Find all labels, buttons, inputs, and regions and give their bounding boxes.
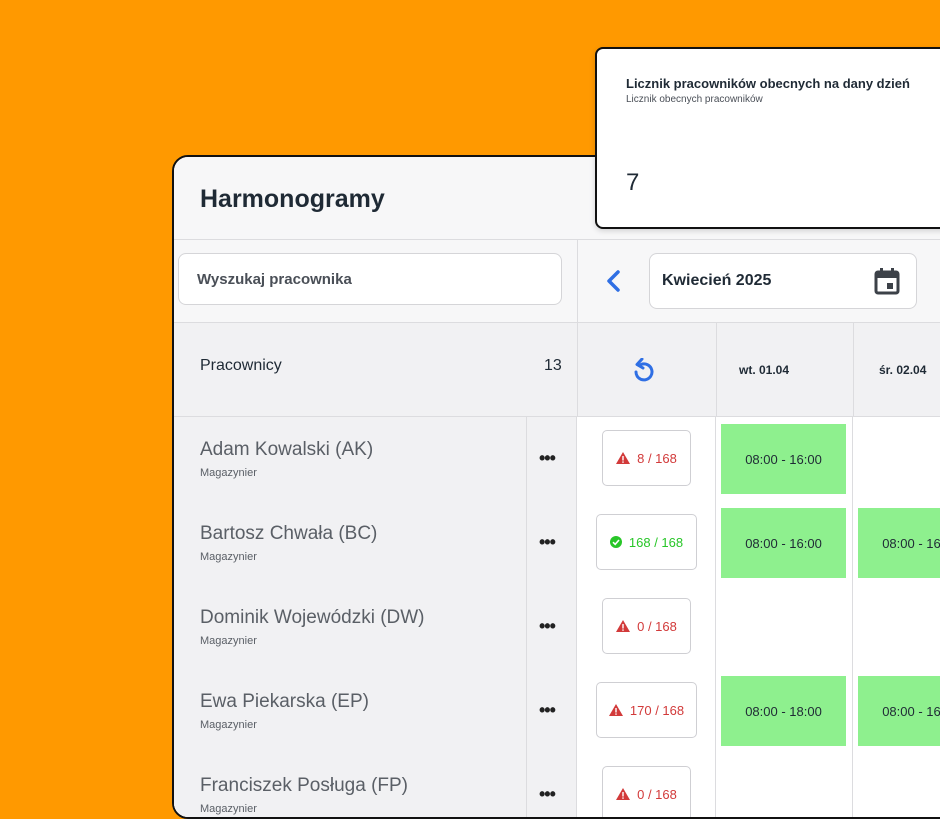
shift-block[interactable]: 08:00 - 16:00 (721, 424, 846, 494)
more-cell: ••• (527, 669, 577, 753)
hours-summary-button[interactable]: 0 / 168 (602, 766, 691, 817)
day-cell[interactable] (853, 417, 940, 501)
divider (853, 323, 854, 416)
day-cell[interactable]: 08:00 - 16:00 (853, 669, 940, 753)
warning-icon (616, 620, 631, 632)
hours-value: 170 / 168 (629, 702, 685, 718)
divider (577, 323, 578, 416)
employee-cell[interactable]: Adam Kowalski (AK) Magazynier (174, 417, 527, 501)
month-picker[interactable]: Kwiecień 2025 (649, 253, 917, 309)
table-row: Adam Kowalski (AK) Magazynier ••• 8 / 16… (174, 417, 940, 502)
employee-name: Franciszek Posługa (FP) (200, 775, 409, 796)
table-row: Bartosz Chwała (BC) Magazynier ••• 168 /… (174, 501, 940, 586)
employee-role: Magazynier (200, 719, 257, 731)
chevron-left-icon[interactable] (600, 265, 628, 297)
employees-count: 13 (544, 357, 562, 374)
month-label: Kwiecień 2025 (662, 272, 772, 289)
employee-name: Adam Kowalski (AK) (200, 439, 374, 460)
check-circle-icon (609, 536, 622, 548)
employee-name: Bartosz Chwała (BC) (200, 523, 378, 544)
reset-icon[interactable] (631, 358, 655, 384)
search-bar (174, 240, 578, 323)
hours-summary-button[interactable]: 170 / 168 (596, 682, 697, 738)
day-cell[interactable] (716, 753, 853, 817)
employee-search-input[interactable] (178, 253, 562, 305)
hours-summary-button[interactable]: 168 / 168 (596, 514, 697, 570)
hours-summary-button[interactable]: 8 / 168 (602, 430, 691, 486)
shift-block[interactable]: 08:00 - 16:00 (858, 508, 940, 578)
divider (716, 323, 717, 416)
day-cell[interactable] (853, 585, 940, 669)
employee-name: Dominik Wojewódzki (DW) (200, 607, 425, 628)
more-cell: ••• (527, 417, 577, 501)
employee-cell[interactable]: Dominik Wojewódzki (DW) Magazynier (174, 585, 527, 669)
employee-role: Magazynier (200, 467, 257, 479)
counter-value: 7 (626, 169, 640, 196)
employee-name: Ewa Piekarska (EP) (200, 691, 369, 712)
more-options-icon[interactable]: ••• (539, 532, 556, 553)
counter-subtitle: Licznik obecnych pracowników (626, 94, 763, 105)
present-employees-counter-card: Licznik pracowników obecnych na dany dzi… (595, 47, 940, 229)
hours-cell: 168 / 168 (578, 501, 716, 585)
more-options-icon[interactable]: ••• (539, 784, 556, 805)
day-cell[interactable]: 08:00 - 16:00 (853, 501, 940, 585)
page-title: Harmonogramy (200, 185, 385, 213)
more-cell: ••• (527, 753, 577, 817)
hours-value: 0 / 168 (637, 786, 677, 802)
more-options-icon[interactable]: ••• (539, 616, 556, 637)
more-options-icon[interactable]: ••• (539, 448, 556, 469)
more-cell: ••• (527, 585, 577, 669)
more-cell: ••• (527, 501, 577, 585)
hours-cell: 0 / 168 (578, 753, 716, 817)
table-header: Pracownicy 13 wt. 01.04 śr. 02.04 (174, 323, 940, 417)
hours-value: 168 / 168 (628, 534, 684, 550)
shift-block[interactable]: 08:00 - 18:00 (721, 676, 846, 746)
table-row: Dominik Wojewódzki (DW) Magazynier ••• 0… (174, 585, 940, 670)
calendar-icon[interactable] (874, 267, 900, 295)
employees-header-label: Pracownicy (200, 357, 282, 374)
employee-cell[interactable]: Bartosz Chwała (BC) Magazynier (174, 501, 527, 585)
shift-block[interactable]: 08:00 - 16:00 (721, 508, 846, 578)
day-cell[interactable]: 08:00 - 18:00 (716, 669, 853, 753)
employee-role: Magazynier (200, 551, 257, 563)
employee-cell[interactable]: Ewa Piekarska (EP) Magazynier (174, 669, 527, 753)
hours-summary-button[interactable]: 0 / 168 (602, 598, 691, 654)
warning-icon (616, 452, 631, 464)
day-cell[interactable]: 08:00 - 16:00 (716, 417, 853, 501)
hours-cell: 170 / 168 (578, 669, 716, 753)
day-header: śr. 02.04 (879, 363, 927, 377)
month-navigation: Kwiecień 2025 (578, 240, 940, 323)
employee-role: Magazynier (200, 635, 257, 647)
counter-title: Licznik pracowników obecnych na dany dzi… (626, 76, 910, 91)
hours-cell: 0 / 168 (578, 585, 716, 669)
warning-icon (616, 788, 631, 800)
hours-value: 0 / 168 (637, 618, 677, 634)
hours-cell: 8 / 168 (578, 417, 716, 501)
employee-role: Magazynier (200, 803, 257, 815)
warning-icon (608, 704, 623, 716)
day-cell[interactable] (853, 753, 940, 817)
day-header: wt. 01.04 (739, 363, 790, 377)
more-options-icon[interactable]: ••• (539, 700, 556, 721)
schedule-app-window: Harmonogramy Kwiecień 2025 Pracownicy 13 (172, 155, 940, 819)
day-cell[interactable]: 08:00 - 16:00 (716, 501, 853, 585)
shift-block[interactable]: 08:00 - 16:00 (858, 676, 940, 746)
table-row: Franciszek Posługa (FP) Magazynier ••• 0… (174, 753, 940, 817)
employee-cell[interactable]: Franciszek Posługa (FP) Magazynier (174, 753, 527, 817)
hours-value: 8 / 168 (637, 450, 677, 466)
table-row: Ewa Piekarska (EP) Magazynier ••• 170 / … (174, 669, 940, 754)
day-cell[interactable] (716, 585, 853, 669)
